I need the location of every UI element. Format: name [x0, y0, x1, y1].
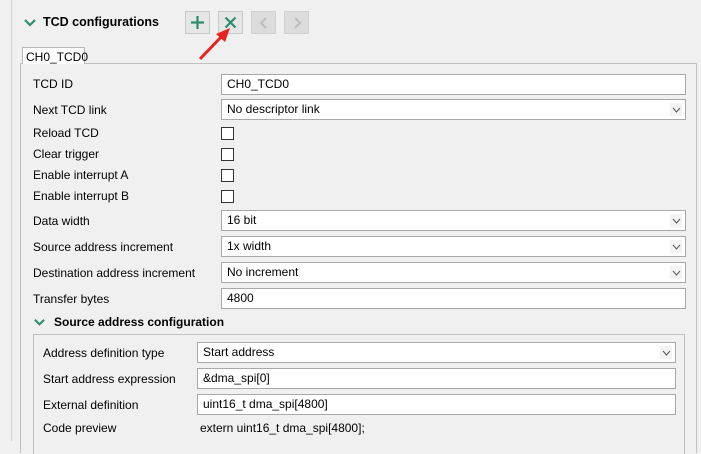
- transfer-bytes-input[interactable]: 4800: [221, 288, 686, 309]
- external-definition-label: External definition: [43, 398, 139, 412]
- left-divider: [11, 0, 12, 441]
- clear-trigger-label: Clear trigger: [33, 147, 100, 161]
- next-tcd-link-select[interactable]: No descriptor link: [221, 99, 686, 120]
- tcd-id-input[interactable]: CH0_TCD0: [221, 74, 686, 95]
- collapse-chevron-icon[interactable]: [34, 317, 45, 328]
- enable-interrupt-b-checkbox[interactable]: [221, 190, 234, 203]
- data-width-value: 16 bit: [227, 213, 257, 227]
- collapse-chevron-icon[interactable]: [24, 17, 36, 29]
- data-width-select[interactable]: 16 bit: [221, 210, 686, 231]
- next-tcd-link-label: Next TCD link: [33, 103, 107, 117]
- address-definition-type-select[interactable]: Start address: [197, 342, 676, 363]
- annotation-arrow-icon: [198, 28, 230, 61]
- address-definition-type-value: Start address: [203, 345, 275, 359]
- chevron-right-icon: [293, 16, 301, 29]
- destination-increment-value: No increment: [227, 265, 299, 279]
- next-button[interactable]: [284, 11, 309, 34]
- chevron-down-icon: [670, 240, 682, 253]
- source-increment-value: 1x width: [227, 239, 272, 253]
- source-increment-select[interactable]: 1x width: [221, 236, 686, 257]
- chevron-left-icon: [259, 16, 267, 29]
- chevron-down-icon: [670, 214, 682, 227]
- enable-interrupt-a-label: Enable interrupt A: [33, 168, 129, 182]
- transfer-bytes-label: Transfer bytes: [33, 292, 110, 306]
- enable-interrupt-a-checkbox[interactable]: [221, 169, 234, 182]
- tab-ch0-tcd0[interactable]: CH0_TCD0: [22, 47, 88, 64]
- reload-tcd-label: Reload TCD: [33, 126, 99, 140]
- enable-interrupt-b-label: Enable interrupt B: [33, 189, 130, 203]
- external-definition-input[interactable]: uint16_t dma_spi[4800]: [197, 394, 676, 415]
- chevron-down-icon: [670, 103, 682, 116]
- tcd-id-label: TCD ID: [33, 77, 73, 91]
- start-address-expression-input[interactable]: &dma_spi[0]: [197, 368, 676, 389]
- address-definition-type-label: Address definition type: [43, 346, 165, 360]
- reload-tcd-checkbox[interactable]: [221, 127, 234, 140]
- previous-button[interactable]: [251, 11, 276, 34]
- data-width-label: Data width: [33, 214, 90, 228]
- destination-increment-select[interactable]: No increment: [221, 262, 686, 283]
- next-tcd-link-value: No descriptor link: [227, 102, 320, 116]
- section-title: TCD configurations: [43, 15, 159, 29]
- chevron-down-icon: [660, 346, 672, 359]
- chevron-down-icon: [670, 266, 682, 279]
- clear-trigger-checkbox[interactable]: [221, 148, 234, 161]
- code-preview-value: extern uint16_t dma_spi[4800];: [200, 421, 365, 435]
- source-section-title: Source address configuration: [54, 315, 225, 329]
- source-increment-label: Source address increment: [33, 240, 174, 254]
- start-address-expression-label: Start address expression: [43, 372, 176, 386]
- destination-increment-label: Destination address increment: [33, 266, 196, 280]
- code-preview-label: Code preview: [43, 421, 117, 435]
